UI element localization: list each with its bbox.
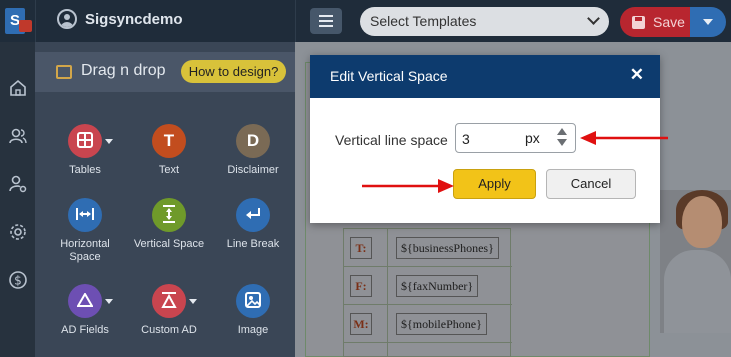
apply-button[interactable]: Apply bbox=[453, 169, 536, 199]
save-button[interactable]: Save bbox=[620, 7, 690, 37]
signature-mobile-value[interactable]: ${mobilePhone} bbox=[396, 313, 487, 335]
tool-horizontal-space[interactable]: Horizontal Space bbox=[47, 198, 123, 264]
image-icon bbox=[236, 284, 270, 318]
number-stepper[interactable] bbox=[555, 127, 570, 149]
dialog-header: Edit Vertical Space ✕ bbox=[310, 55, 660, 98]
signature-fax-key: F: bbox=[350, 275, 372, 297]
home-icon[interactable] bbox=[8, 78, 28, 98]
tool-label: AD Fields bbox=[61, 324, 109, 336]
tool-line-break[interactable]: Line Break bbox=[215, 198, 291, 251]
vertical-space-input[interactable]: 3 px bbox=[455, 123, 576, 153]
disclaimer-icon: D bbox=[236, 124, 270, 158]
tool-tables[interactable]: Tables bbox=[47, 124, 123, 177]
tool-text[interactable]: T Text bbox=[131, 124, 207, 177]
horizontal-space-icon bbox=[68, 198, 102, 232]
users-icon[interactable] bbox=[8, 126, 28, 146]
save-label: Save bbox=[653, 14, 685, 30]
template-select-value: Select Templates bbox=[370, 13, 477, 29]
tables-icon bbox=[68, 124, 102, 158]
signature-fax-value[interactable]: ${faxNumber} bbox=[396, 275, 479, 297]
tool-label: Horizontal Space bbox=[60, 238, 110, 263]
vertical-space-icon bbox=[152, 198, 186, 232]
panel-header: Drag n drop How to design? bbox=[35, 52, 295, 92]
stepper-up-icon[interactable] bbox=[557, 128, 567, 135]
drag-drop-icon bbox=[56, 65, 72, 79]
tool-disclaimer[interactable]: D Disclaimer bbox=[215, 124, 291, 177]
dialog-title: Edit Vertical Space bbox=[330, 68, 448, 84]
user-menu[interactable]: Sigsyncdemo bbox=[57, 9, 183, 29]
caret-down-icon[interactable] bbox=[105, 139, 113, 144]
save-options-button[interactable] bbox=[690, 7, 726, 37]
caret-down-icon[interactable] bbox=[105, 299, 113, 304]
ad-fields-icon bbox=[68, 284, 102, 318]
tool-vertical-space[interactable]: Vertical Space bbox=[131, 198, 207, 251]
svg-text:$: $ bbox=[14, 274, 22, 288]
username: Sigsyncdemo bbox=[85, 10, 183, 28]
signature-phone-key: T: bbox=[350, 237, 372, 259]
vertical-space-label: Vertical line space bbox=[335, 132, 448, 148]
tool-image[interactable]: Image bbox=[215, 284, 291, 337]
chevron-down-icon bbox=[587, 12, 600, 25]
annotation-arrow-input bbox=[580, 131, 668, 145]
annotation-arrow-apply bbox=[362, 179, 454, 193]
tool-label: Line Break bbox=[226, 238, 280, 250]
billing-dollar-icon[interactable]: $ bbox=[8, 270, 28, 290]
caret-down-icon[interactable] bbox=[189, 299, 197, 304]
user-settings-icon[interactable] bbox=[8, 174, 28, 194]
save-disk-icon bbox=[632, 15, 645, 29]
tool-label: Disclaimer bbox=[227, 164, 279, 176]
profile-photo bbox=[660, 190, 731, 333]
tool-panel: Drag n drop How to design? Tables T Text D D… bbox=[35, 42, 295, 357]
custom-ad-icon bbox=[152, 284, 186, 318]
tool-label: Text bbox=[158, 164, 180, 176]
panel-title: Drag n drop bbox=[81, 62, 166, 79]
left-rail: $ bbox=[0, 42, 35, 357]
hamburger-menu-button[interactable] bbox=[310, 8, 342, 34]
template-select[interactable]: Select Templates bbox=[360, 7, 609, 36]
signature-phone-value[interactable]: ${businessPhones} bbox=[396, 237, 499, 259]
close-icon[interactable]: ✕ bbox=[630, 66, 644, 84]
top-bar: S Sigsyncdemo Select Templates Save bbox=[0, 0, 731, 42]
line-break-icon bbox=[236, 198, 270, 232]
tool-label: Image bbox=[237, 324, 269, 336]
cancel-button[interactable]: Cancel bbox=[546, 169, 636, 199]
text-icon: T bbox=[152, 124, 186, 158]
vertical-space-value: 3 bbox=[462, 131, 470, 147]
app-logo: S bbox=[3, 7, 33, 37]
tool-label: Vertical Space bbox=[133, 238, 205, 250]
signature-mobile-key: M: bbox=[350, 313, 372, 335]
stepper-down-icon[interactable] bbox=[557, 139, 567, 146]
vertical-space-unit: px bbox=[525, 130, 540, 146]
tool-label: Tables bbox=[69, 164, 101, 176]
tool-ad-fields[interactable]: AD Fields bbox=[47, 284, 123, 337]
how-to-design-button[interactable]: How to design? bbox=[181, 60, 286, 83]
tool-custom-ad[interactable]: Custom AD bbox=[131, 284, 207, 337]
gear-icon[interactable] bbox=[8, 222, 28, 242]
user-avatar-icon bbox=[57, 9, 77, 29]
tool-label: Custom AD bbox=[141, 324, 197, 336]
signature-table: T: ${businessPhones} F: ${faxNumber} M: … bbox=[343, 228, 512, 357]
